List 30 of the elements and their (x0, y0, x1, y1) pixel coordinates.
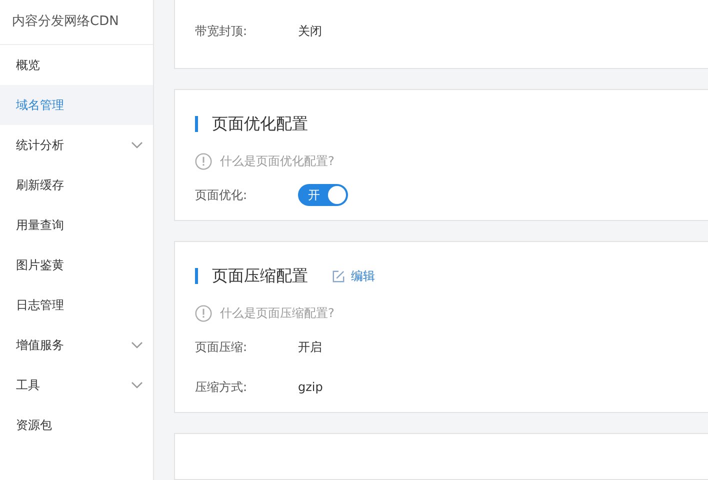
sidebar-item[interactable]: 工具 (0, 365, 153, 405)
edit-icon (332, 270, 345, 282)
sidebar-item[interactable]: 资源包 (0, 405, 153, 445)
field-value: gzip (298, 380, 323, 394)
field-label: 页面压缩: (195, 338, 248, 356)
sidebar-item[interactable]: 刷新缓存 (0, 165, 153, 205)
sidebar-item[interactable]: 概览 (0, 45, 153, 85)
edit-button[interactable]: 编辑 (332, 268, 375, 284)
field-label: 压缩方式: (195, 378, 248, 396)
chevron-down-icon (131, 141, 143, 149)
field-value: 关闭 (298, 22, 322, 40)
field-value: 开启 (298, 338, 322, 356)
sidebar-item[interactable]: 统计分析 (0, 125, 153, 165)
chevron-down-icon (131, 341, 143, 349)
toggle-switch[interactable]: 开 (298, 184, 348, 206)
chevron-down-icon (131, 381, 143, 389)
sidebar-item[interactable]: 用量查询 (0, 205, 153, 245)
sidebar-item[interactable]: 图片鉴黄 (0, 245, 153, 285)
section-title: 页面压缩配置 (212, 266, 308, 286)
sidebar-title: 内容分发网络CDN (0, 0, 153, 45)
field-label: 带宽封顶: (195, 22, 248, 40)
sidebar-item[interactable]: 增值服务 (0, 325, 153, 365)
field-label: 页面优化: (195, 186, 248, 204)
exclamation-icon (195, 152, 212, 170)
sidebar-item[interactable]: 日志管理 (0, 285, 153, 325)
section-title: 页面优化配置 (212, 114, 308, 134)
accent-bar (195, 116, 198, 132)
sidebar-item[interactable]: 域名管理 (0, 85, 153, 125)
exclamation-icon (195, 304, 212, 322)
accent-bar (195, 268, 198, 284)
